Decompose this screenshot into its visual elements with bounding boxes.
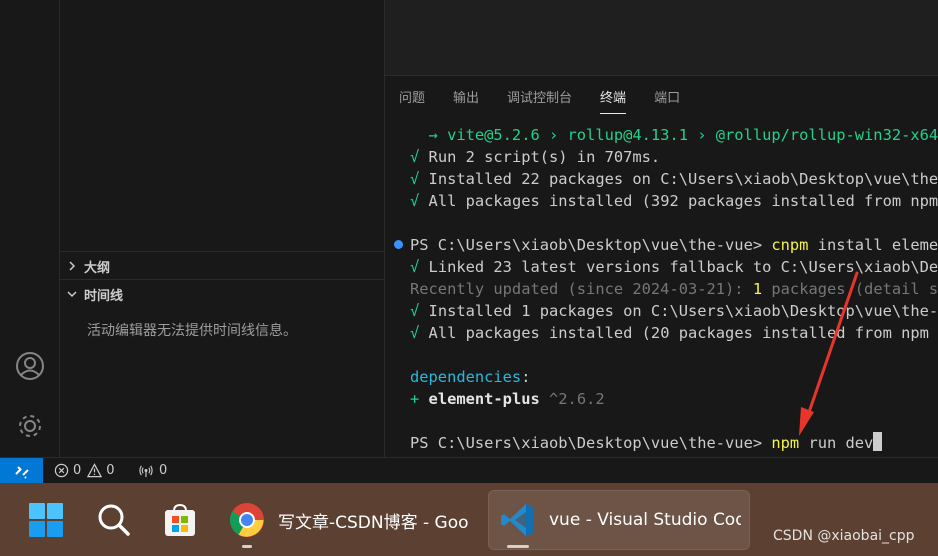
outline-section-header[interactable]: 大纲 <box>60 253 384 279</box>
vscode-taskbar-item[interactable]: vue - Visual Studio Code <box>488 490 750 550</box>
editor-area <box>385 0 938 76</box>
screen: 大纲 时间线 活动编辑器无法提供时间线信息。 问题 输出 调试控制台 终端 端口… <box>0 0 938 556</box>
vscode-window-title: vue - Visual Studio Code <box>549 510 741 530</box>
activity-bar <box>0 0 60 457</box>
timeline-title: 时间线 <box>84 288 124 304</box>
bottom-panel: 问题 输出 调试控制台 终端 端口 → vite@5.2.6 › rollup@… <box>385 76 938 457</box>
warning-icon <box>87 463 103 478</box>
store-button[interactable] <box>162 490 202 550</box>
start-button[interactable] <box>27 490 71 550</box>
watermark-text: CSDN @xiaobai_cpp <box>773 528 915 544</box>
ports-count: 0 <box>159 463 168 478</box>
active-indicator <box>507 545 529 548</box>
remote-indicator[interactable] <box>0 458 43 483</box>
sidebar-divider <box>60 251 384 252</box>
sidebar: 大纲 时间线 活动编辑器无法提供时间线信息。 <box>60 0 385 457</box>
account-icon[interactable] <box>12 348 48 384</box>
annotation-arrow <box>799 271 859 436</box>
chrome-icon <box>230 503 264 537</box>
remote-icon <box>14 465 29 479</box>
chevron-right-icon <box>60 260 84 272</box>
sidebar-divider <box>60 279 384 280</box>
running-indicator <box>242 545 252 548</box>
error-icon <box>54 463 69 478</box>
broadcast-icon <box>139 465 153 478</box>
error-count: 0 <box>73 463 82 478</box>
problems-status[interactable]: 0 0 <box>54 458 115 483</box>
settings-gear-icon[interactable] <box>12 408 48 444</box>
warning-count: 0 <box>106 463 115 478</box>
chevron-down-icon <box>60 288 84 300</box>
ports-status[interactable]: 0 <box>138 458 167 483</box>
vscode-icon <box>501 504 534 536</box>
search-icon <box>98 504 130 536</box>
taskbar: 写文章-CSDN博客 - Goo vue - Visual Studio Cod… <box>0 483 938 556</box>
store-icon <box>165 503 195 536</box>
status-bar: 0 0 0 <box>0 457 938 483</box>
chrome-window-title: 写文章-CSDN博客 - Goo <box>278 512 469 533</box>
search-button[interactable] <box>96 490 136 550</box>
timeline-section-header[interactable]: 时间线 <box>60 281 384 307</box>
outline-title: 大纲 <box>84 260 111 276</box>
timeline-empty-message: 活动编辑器无法提供时间线信息。 <box>87 323 297 339</box>
chrome-taskbar-item[interactable]: 写文章-CSDN博客 - Goo <box>228 490 480 550</box>
windows-start-icon <box>29 503 63 537</box>
